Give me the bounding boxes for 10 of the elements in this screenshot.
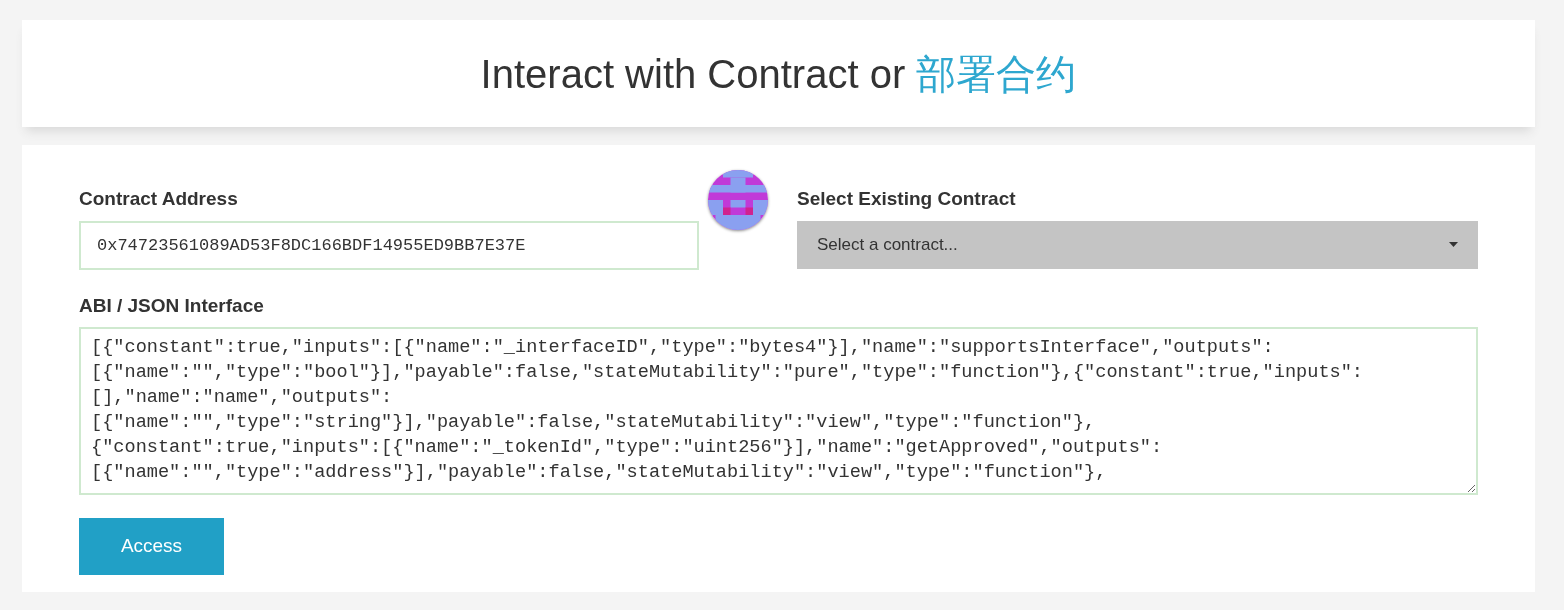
- caret-icon: [1449, 242, 1458, 247]
- address-field[interactable]: 0x74723561089AD53F8DC166BDF14955ED9BB7E37E: [79, 220, 699, 270]
- field-label: Contract Address: [79, 187, 239, 211]
- page-title: Interact with Contract: [480, 51, 859, 96]
- field-label: Select Existing Contract: [797, 187, 1017, 211]
- contract-dropdown[interactable]: Select a contract...: [797, 220, 1478, 269]
- field-label: ABI / JSON Interface: [79, 293, 265, 318]
- abi-field[interactable]: [{"constant":true,"inputs":[{"name":"_interfaceID","type":"bytes4"}],"name":"supportsInterface","outputs": [{"name":"","type":"bool"}],"payable":false,"stateMutability":"pure","type":"function"},{"constant":true,"inputs": [],"name":"name","outputs": [{"name":"","type":"string"}],"payable":false,"stateMutability":"view","type":"function"}, {"constant":true,"inputs":[{"name":"_tokenId","type":"uint256"}],"name":"getApproved","outputs": [{"name":"","type":"address"}],"payable":false,"stateMutability":"view","type":"function"},: [79, 327, 1478, 495]
- title-connector: or: [869, 51, 906, 96]
- identicon: [708, 170, 768, 230]
